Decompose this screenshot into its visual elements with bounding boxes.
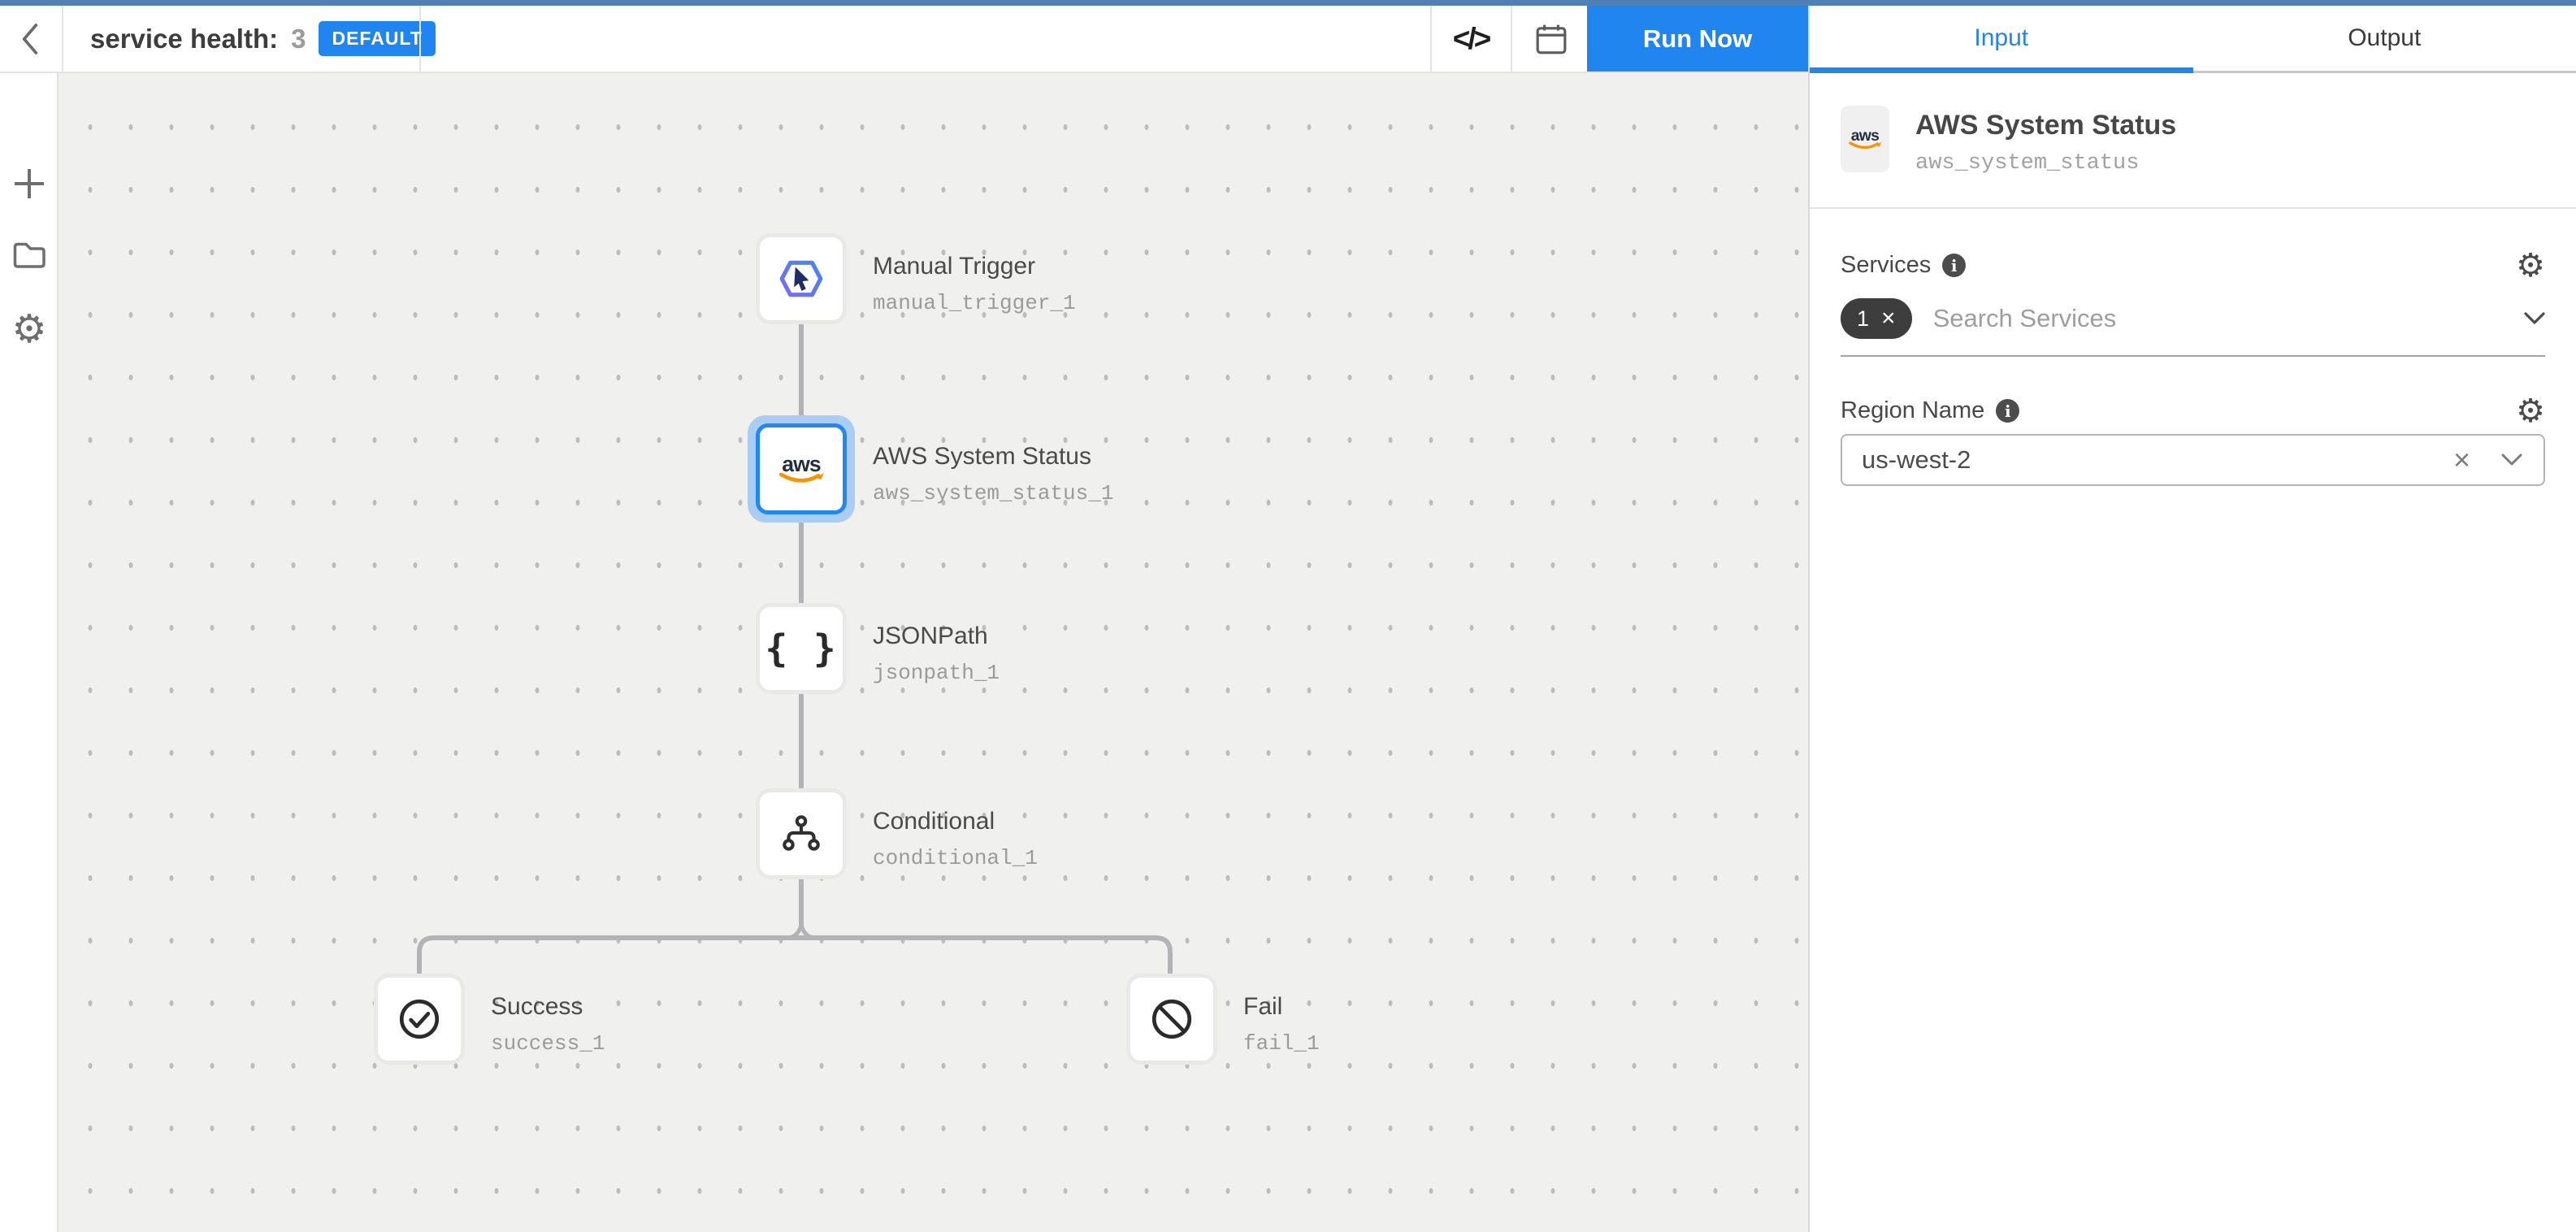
settings-button[interactable]: ⚙	[0, 309, 59, 351]
node-conditional[interactable]	[756, 788, 847, 879]
plus-icon	[11, 166, 47, 202]
node-id: aws_system_status_1	[873, 481, 1113, 505]
region-label: Region Name	[1841, 397, 1984, 424]
node-title: Success	[491, 993, 605, 1021]
node-aws-system-status-selection[interactable]: aws	[748, 415, 855, 523]
field-settings-gear-icon[interactable]: ⚙	[2516, 247, 2545, 284]
chevron-down-icon[interactable]	[2524, 312, 2545, 325]
workflow-run-count: 3	[291, 24, 306, 54]
region-label-row: Region Name i ⚙	[1841, 397, 2545, 424]
chevron-down-icon[interactable]	[2501, 453, 2522, 466]
divider	[419, 6, 421, 72]
node-title: AWS System Status	[873, 443, 1113, 471]
workflow-title-row: service health: 3 DEFAULT	[90, 6, 436, 72]
region-select[interactable]: ×	[1841, 434, 2545, 486]
node-jsonpath[interactable]: { }	[756, 603, 847, 694]
inspector-node-title: AWS System Status	[1915, 109, 2176, 141]
workflow-canvas[interactable]: Manual Trigger manual_trigger_1 aws AWS …	[59, 73, 1808, 1232]
inspector-tabbar: Input Output	[1810, 6, 2576, 73]
left-toolbar: ⚙	[0, 73, 59, 1232]
schedule-button[interactable]	[1512, 6, 1590, 72]
node-id: manual_trigger_1	[873, 291, 1076, 315]
app-header: service health: 3 DEFAULT </> Run Now	[0, 6, 1808, 73]
aws-icon: aws	[774, 451, 828, 487]
chevron-left-icon	[20, 20, 41, 58]
divider	[1810, 207, 2576, 209]
conditional-icon	[778, 810, 825, 857]
add-node-button[interactable]	[0, 163, 59, 205]
node-success[interactable]	[374, 974, 465, 1065]
files-button[interactable]	[0, 234, 59, 276]
services-label: Services	[1841, 252, 1931, 279]
selected-services-pill[interactable]: 1 ×	[1841, 298, 1912, 339]
jsonpath-braces-icon: { }	[765, 627, 837, 670]
info-icon[interactable]: i	[1996, 399, 2019, 423]
browser-accent-strip	[0, 0, 2576, 6]
node-title: Manual Trigger	[873, 253, 1076, 280]
default-badge: DEFAULT	[319, 21, 435, 56]
info-icon[interactable]: i	[1942, 254, 1966, 277]
node-label: Conditional conditional_1	[873, 808, 1038, 870]
calendar-icon	[1535, 23, 1568, 55]
aws-icon: aws	[1845, 126, 1884, 152]
tab-input[interactable]: Input	[1810, 6, 2193, 71]
node-label: JSONPath jsonpath_1	[873, 623, 1000, 685]
node-id: success_1	[491, 1031, 605, 1056]
back-button[interactable]	[0, 6, 60, 72]
remove-selection-icon[interactable]: ×	[1881, 306, 1896, 331]
fail-slash-icon	[1148, 996, 1195, 1043]
node-id: conditional_1	[873, 846, 1038, 870]
node-label: Success success_1	[491, 993, 605, 1056]
node-label: AWS System Status aws_system_status_1	[873, 443, 1113, 505]
node-label: Manual Trigger manual_trigger_1	[873, 253, 1076, 315]
svg-text:aws: aws	[1851, 128, 1880, 145]
services-label-row: Services i ⚙	[1841, 252, 2545, 279]
node-id: jsonpath_1	[873, 661, 1000, 685]
tab-output[interactable]: Output	[2193, 6, 2576, 71]
selected-count: 1	[1857, 306, 1869, 332]
folder-icon	[12, 241, 46, 270]
node-aws-system-status[interactable]: aws	[756, 423, 847, 514]
field-settings-gear-icon[interactable]: ⚙	[2516, 393, 2545, 430]
svg-text:aws: aws	[782, 452, 821, 476]
active-tab-indicator	[1810, 67, 2193, 73]
inspector-node-id: aws_system_status	[1915, 151, 2176, 176]
inspector-node-titles: AWS System Status aws_system_status	[1915, 106, 2176, 176]
inspector-node-header: aws AWS System Status aws_system_status	[1841, 106, 2176, 176]
divider	[62, 6, 63, 72]
node-inspector-panel: Input Output aws AWS System Status aws_s…	[1808, 6, 2576, 1232]
clear-icon[interactable]: ×	[2453, 445, 2470, 475]
run-now-button[interactable]: Run Now	[1587, 6, 1808, 72]
node-fail[interactable]	[1126, 974, 1217, 1065]
node-label: Fail fail_1	[1243, 993, 1320, 1056]
node-manual-trigger[interactable]	[756, 233, 847, 324]
success-check-icon	[396, 996, 443, 1043]
node-title: Fail	[1243, 993, 1320, 1021]
node-id: fail_1	[1243, 1031, 1320, 1056]
workflow-title: service health:	[90, 24, 278, 54]
search-services-input[interactable]	[1933, 304, 2503, 333]
services-multiselect[interactable]: 1 ×	[1841, 298, 2545, 357]
node-title: Conditional	[873, 808, 1038, 835]
node-type-tile: aws	[1841, 106, 1889, 172]
code-icon: </>	[1453, 22, 1490, 56]
code-view-button[interactable]: </>	[1432, 6, 1510, 72]
manual-trigger-icon	[778, 255, 825, 302]
node-title: JSONPath	[873, 623, 1000, 650]
gear-icon: ⚙	[11, 310, 46, 349]
region-input[interactable]	[1862, 445, 2422, 475]
